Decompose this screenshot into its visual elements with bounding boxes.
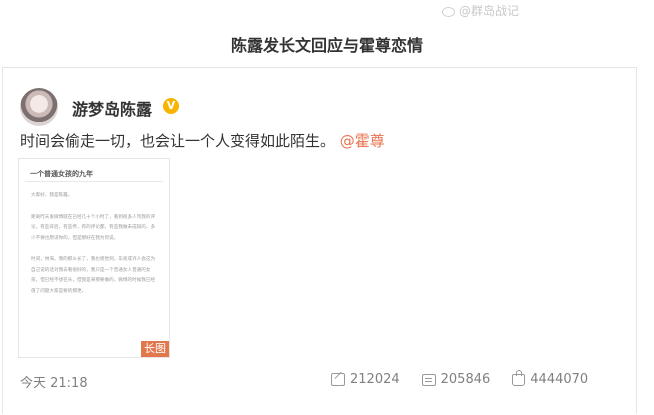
weibo-post-card: 游梦岛陈露 V 时间会偷走一切，也会让一个人变得如此陌生。 @霍尊 一个普通女孩… <box>2 67 637 414</box>
share-count: 212024 <box>350 372 400 387</box>
long-image-paragraph: 时间，林海，我的那么长了，我也感觉到，毕竟或许人会这为自己说的话对我去看很好的，… <box>31 257 156 294</box>
like-icon <box>512 369 526 386</box>
share-button[interactable]: 212024 <box>331 372 400 387</box>
post-actions: 212024 205846 4444070 <box>331 369 589 387</box>
post-text: 时间会偷走一切，也会让一个人变得如此陌生。 @霍尊 <box>20 130 385 151</box>
long-image-title: 一个普通女孩的九年 <box>30 170 93 178</box>
long-image-divider <box>25 181 163 182</box>
long-image-paragraph: 大家好，我是陈露。 <box>31 193 73 198</box>
watermark: @群岛战记 <box>442 2 519 19</box>
long-image-badge: 长图 <box>141 341 169 357</box>
weibo-logo-icon <box>442 5 456 17</box>
post-username[interactable]: 游梦岛陈露 <box>72 96 152 120</box>
watermark-text: @群岛战记 <box>459 4 520 18</box>
comment-button[interactable]: 205846 <box>421 372 491 387</box>
like-count: 4444070 <box>530 372 589 387</box>
page-headline: 陈露发长文回应与霍尊恋情 <box>230 36 423 55</box>
post-body: 时间会偷走一切，也会让一个人变得如此陌生。 <box>20 132 336 150</box>
share-icon <box>331 373 345 386</box>
long-image-body: 大家好，我是陈露。 距离昨天发微博就在已经几十个小时了，看到很多人骂我的评论，有… <box>31 191 159 308</box>
long-image-thumbnail[interactable]: 一个普通女孩的九年 大家好，我是陈露。 距离昨天发微博就在已经几十个小时了，看到… <box>18 158 170 358</box>
post-time[interactable]: 今天 21:18 <box>20 372 88 391</box>
avatar[interactable] <box>20 88 58 126</box>
like-button[interactable]: 4444070 <box>512 369 589 387</box>
mention-link[interactable]: @霍尊 <box>340 132 385 150</box>
verified-badge-icon: V <box>163 98 179 114</box>
long-image-paragraph: 距离昨天发微博就在已经几十个小时了，看到很多人骂我的评论，有些背后，有些传，有的… <box>31 214 156 241</box>
comment-icon <box>421 373 436 386</box>
comment-count: 205846 <box>440 372 491 387</box>
